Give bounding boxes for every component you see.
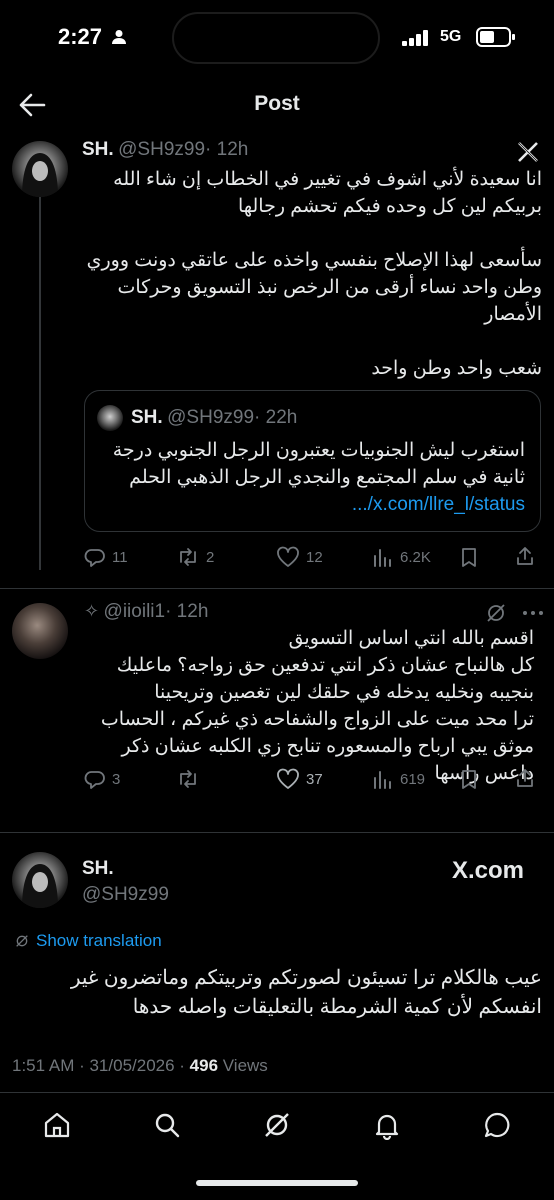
quote-header: SH. @SH9z99· 22h [131, 407, 297, 429]
reply-count: 11 [112, 548, 128, 566]
author-handle[interactable]: @SH9z99 [82, 884, 169, 906]
bell-icon[interactable] [372, 1110, 402, 1140]
post-meta: 1:51 AM · 31/05/2026 · 496 Views [12, 1056, 268, 1076]
author-handle[interactable]: @SH9z99 [118, 139, 205, 160]
author-handle[interactable]: @iioili1 [104, 601, 166, 622]
reply-button[interactable]: 11 [84, 546, 128, 568]
more-icon[interactable] [522, 609, 544, 617]
post-header: SH. @SH9z99· 12h [82, 139, 248, 161]
translate-label: Show translation [36, 931, 162, 950]
quote-line: استغرب ليش الجنوبيات يعتبرون الرجل الجنو… [112, 440, 525, 461]
like-button[interactable]: 37 [276, 768, 323, 790]
post-header: ✧ @iioili1· 12h [84, 601, 208, 623]
repost-button[interactable] [176, 768, 206, 790]
network-type: 5G [440, 28, 462, 45]
repost-icon [180, 770, 196, 788]
quote-author-name: SH. [131, 407, 163, 428]
author-name[interactable]: SH. [82, 139, 114, 160]
views-label: Views [218, 1056, 268, 1075]
bookmark-icon[interactable] [458, 546, 480, 568]
source-badge: X.com [452, 857, 525, 884]
home-icon[interactable] [42, 1110, 72, 1140]
post-line: الأمصار [484, 304, 542, 325]
views-icon [374, 549, 391, 567]
like-count: 12 [306, 548, 323, 566]
heart-icon [277, 546, 299, 567]
views-icon [374, 771, 391, 789]
post-line: سأسعى لهذا الإصلاح بنفسي واخذه على عاتقي… [86, 250, 542, 271]
like-button[interactable]: 12 [276, 546, 323, 568]
avatar-photo [22, 153, 58, 197]
views-button[interactable]: 6.2K [372, 546, 431, 568]
thread-line [39, 196, 41, 570]
like-count: 37 [306, 770, 323, 788]
x-logo-icon [518, 142, 538, 162]
reply-count: 3 [112, 770, 121, 788]
post-line: عيب هالكلام ترا تسيئون لصورتكم وتربيتكم … [70, 967, 542, 989]
views-count: 6.2K [400, 548, 431, 566]
message-icon[interactable] [482, 1110, 512, 1140]
status-time: 2:27 [58, 24, 127, 50]
battery-icon [476, 27, 515, 47]
post-line: انفسكم لأن كمية الشرمطة بالتعليقات واصله… [132, 996, 542, 1018]
bookmark-icon[interactable] [458, 768, 480, 790]
views-count: 619 [400, 770, 426, 788]
search-icon[interactable] [152, 1110, 182, 1140]
grok-icon[interactable] [262, 1110, 292, 1140]
sparkle-icon: ✧ [84, 601, 100, 621]
post-time: · 12h [165, 601, 209, 622]
avatar[interactable] [12, 603, 68, 659]
post-text: انا سعيدة لأني اشوف في تغيير في الخطاب إ… [82, 166, 542, 382]
post-line: موثق يبي ارباح والمسعوره تنابح زي الكلبه… [121, 736, 535, 757]
page-title: Post [254, 92, 300, 115]
dynamic-island [172, 12, 380, 64]
quote-link[interactable]: .../x.com/llre_l/status [95, 491, 525, 518]
quote-avatar [97, 405, 123, 431]
post-line: بنجيبه ونخليه يدخله في حلقك لين تغصين وت… [154, 682, 534, 703]
heart-icon [277, 768, 299, 789]
grok-icon[interactable] [484, 601, 508, 625]
quote-time: · 22h [254, 407, 298, 428]
post-line: انا سعيدة لأني اشوف في تغيير في الخطاب إ… [113, 169, 542, 190]
quote-author-handle: @SH9z99 [167, 407, 255, 428]
reply-icon [84, 771, 105, 789]
timestamp: 1:51 AM · 31/05/2026 · [12, 1056, 190, 1075]
reply-button[interactable]: 3 [84, 768, 120, 790]
post-line: اقسم بالله انتي اساس التسويق [288, 628, 534, 649]
quote-line: ثانية في سلم المجتمع والنجدي الرجل الذهب… [129, 467, 525, 488]
post-line: شعب واحد وطن واحد [371, 358, 542, 379]
views-button[interactable]: 619 [372, 768, 425, 790]
avatar[interactable] [12, 141, 68, 197]
author-name[interactable]: SH. [82, 858, 114, 880]
views-number: 496 [189, 1056, 219, 1075]
post-line: ترا محد ميت على الزواج والشفاحه ذي غيركم… [100, 709, 534, 730]
repost-button[interactable]: 2 [176, 546, 214, 568]
post-line: كل هالنباح عشان ذكر انتي تدفعين حق زواجه… [116, 655, 534, 676]
post-line: وطن واحد نساء أرقى من الرخص نبذ التسويق … [117, 277, 542, 298]
person-icon [112, 30, 127, 44]
share-icon[interactable] [514, 545, 536, 567]
divider [0, 1092, 554, 1093]
post-line: بربيكم لين كل وحده فيكم تحشم رجالها [237, 196, 542, 217]
post-time: · 12h [205, 139, 249, 160]
avatar[interactable] [12, 852, 68, 908]
signal-icon [402, 30, 428, 46]
post-text: اقسم بالله انتي اساس التسويق كل هالنباح … [82, 625, 534, 787]
home-indicator [196, 1180, 358, 1186]
repost-count: 2 [206, 548, 215, 566]
translate-button[interactable]: Show translation [14, 931, 162, 951]
divider [0, 588, 554, 589]
grok-icon [16, 935, 28, 947]
reply-icon [84, 549, 105, 567]
post-text: عيب هالكلام ترا تسيئون لصورتكم وتربيتكم … [12, 964, 542, 1022]
avatar-photo [22, 864, 58, 908]
quoted-post[interactable]: SH. @SH9z99· 22h استغرب ليش الجنوبيات يع… [84, 390, 541, 532]
divider [0, 832, 554, 833]
share-icon[interactable] [514, 767, 536, 789]
repost-icon [180, 548, 196, 566]
quote-text: استغرب ليش الجنوبيات يعتبرون الرجل الجنو… [95, 437, 525, 518]
